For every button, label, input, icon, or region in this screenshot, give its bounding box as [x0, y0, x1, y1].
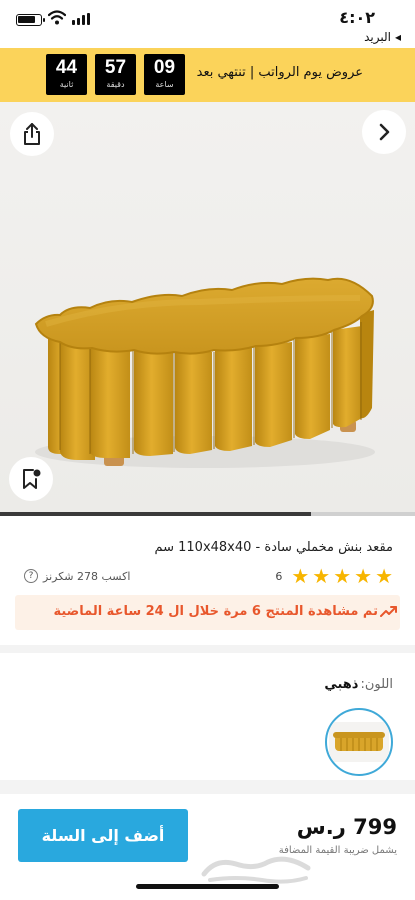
timer-seconds-value: 44 — [55, 57, 78, 78]
status-time: ٤:٠٢ — [339, 8, 375, 27]
gallery-progress-bar — [0, 512, 415, 516]
color-swatch-selected[interactable] — [325, 708, 393, 776]
review-count: 6 — [275, 569, 283, 583]
share-button[interactable] — [10, 112, 54, 156]
views-notice-banner: تم مشاهدة المنتج 6 مرة خلال ال 24 ساعة ا… — [15, 595, 400, 630]
add-to-cart-button[interactable]: أضف إلى السلة — [18, 809, 188, 862]
rating-stars[interactable]: ★ ★ ★ ★ ★ 6 — [275, 566, 393, 586]
chevron-right-icon — [379, 123, 390, 141]
color-swatch-thumbnail — [329, 722, 389, 762]
product-title: مقعد بنش مخملي سادة - 110x48x40 سم — [154, 540, 393, 555]
loyalty-points[interactable]: اكسب 278 شكرنز ? — [24, 569, 130, 583]
gallery-progress-fill — [0, 512, 312, 516]
save-to-list-button[interactable] — [9, 457, 53, 501]
star-icon: ★ — [333, 564, 352, 588]
star-icon: ★ — [291, 564, 310, 588]
back-to-app-link[interactable]: ◂ البريد — [364, 30, 401, 44]
cellular-signal-icon — [72, 13, 90, 25]
bookmark-icon — [23, 469, 41, 489]
timer-hours-label: ساعة — [155, 80, 174, 89]
star-icon: ★ — [312, 564, 331, 588]
color-label-value: ذهبي — [324, 677, 359, 692]
star-icon: ★ — [354, 564, 373, 588]
back-chevron-icon: ◂ — [394, 30, 401, 44]
timer-minutes-label: دقيقة — [106, 80, 125, 89]
help-icon[interactable]: ? — [24, 569, 38, 583]
product-image — [0, 102, 415, 516]
timer-hours-value: 09 — [153, 57, 176, 78]
battery-icon — [16, 14, 45, 26]
home-indicator[interactable] — [136, 884, 279, 889]
timer-minutes-value: 57 — [104, 57, 127, 78]
views-notice-text: تم مشاهدة المنتج 6 مرة خلال ال 24 ساعة ا… — [53, 604, 378, 619]
back-app-label: البريد — [364, 30, 391, 44]
promo-banner[interactable]: عروض يوم الرواتب | تنتهي بعد 44 ثانية 57… — [0, 48, 415, 102]
watermark-logo — [201, 856, 311, 884]
share-icon — [24, 123, 40, 145]
timer-hours: 09 ساعة — [144, 54, 185, 95]
product-image-gallery[interactable] — [0, 102, 415, 516]
timer-seconds-label: ثانية — [59, 80, 74, 89]
promo-text: عروض يوم الرواتب | تنتهي بعد — [196, 65, 363, 80]
color-label: اللون: ذهبي — [324, 677, 393, 692]
trending-up-icon — [380, 606, 397, 617]
section-divider — [0, 780, 415, 794]
loyalty-points-text: اكسب 278 شكرنز — [43, 569, 131, 583]
status-bar: ٤:٠٢ ◂ البريد — [0, 0, 415, 48]
section-divider — [0, 645, 415, 653]
star-icon: ★ — [375, 564, 393, 588]
countdown-timer: 44 ثانية 57 دقيقة 09 ساعة — [46, 54, 185, 95]
next-image-button[interactable] — [362, 110, 406, 154]
timer-seconds: 44 ثانية — [46, 54, 87, 95]
color-label-key: اللون: — [360, 677, 393, 692]
wifi-icon — [48, 10, 66, 25]
product-price: 799 ر.س — [296, 815, 397, 839]
timer-minutes: 57 دقيقة — [95, 54, 136, 95]
